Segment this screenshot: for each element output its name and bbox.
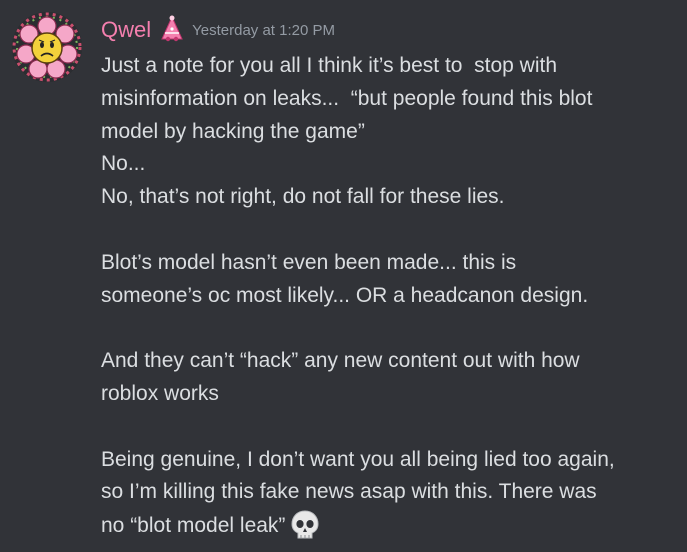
message-line-last: no “blot model leak” [101, 509, 681, 543]
username[interactable]: Qwel [101, 14, 151, 46]
party-hat-icon[interactable] [159, 15, 185, 45]
user-avatar[interactable] [12, 12, 82, 82]
message-line: so I’m killing this fake news asap with … [101, 480, 597, 504]
message-line [101, 214, 681, 247]
message-line [101, 411, 681, 444]
message-line: Just a note for you all I think it’s bes… [101, 54, 558, 77]
skull-emoji[interactable] [289, 509, 321, 541]
message-line: No... [101, 152, 146, 176]
message-line: roblox works [101, 381, 219, 405]
message-timestamp[interactable]: Yesterday at 1:20 PM [192, 15, 335, 47]
message-line: model by hacking the game” [101, 119, 365, 143]
message-line: Being genuine, I don’t want you all bein… [101, 447, 615, 471]
message-header: Qwel Yesterday at 1:20 PM [101, 14, 335, 46]
message-line: And they can’t “hack” any new content ou… [101, 349, 580, 373]
message-line: Blot’s model hasn’t even been made... th… [101, 250, 517, 274]
message-line: someone’s oc most likely... OR a headcan… [101, 283, 589, 307]
message-line: misinformation on leaks... “but people f… [101, 86, 593, 110]
message-line: No, that’s not right, do not fall for th… [101, 185, 505, 209]
chat-message: Qwel Yesterday at 1:20 PM Just a note fo… [0, 0, 687, 549]
message-line-text: no “blot model leak” [101, 514, 286, 538]
message-line [101, 312, 681, 345]
flower-face-icon [12, 12, 82, 82]
message-content: Just a note for you all I think it’s bes… [101, 50, 681, 543]
